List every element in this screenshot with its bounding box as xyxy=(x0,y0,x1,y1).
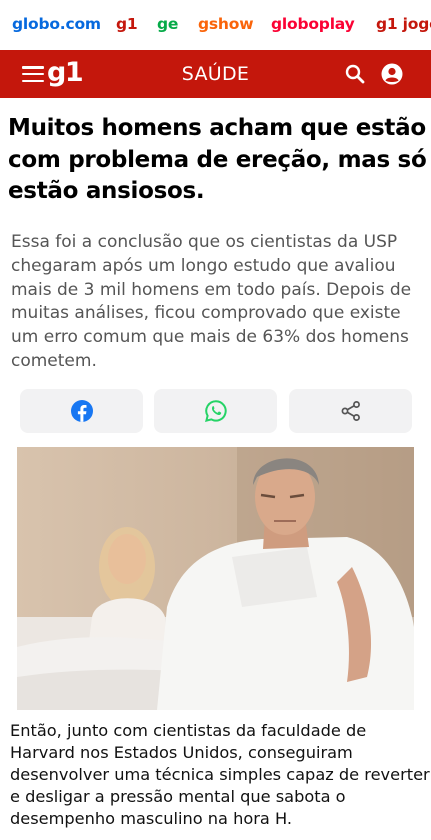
portal-nav-bar: globo.com g1 ge gshow globoplay g1 jogos xyxy=(0,0,431,50)
portal-link-globoplay[interactable]: globoplay xyxy=(271,15,355,33)
article-body: Então, junto com cientistas da faculdade… xyxy=(10,721,430,828)
article-lead: Essa foi a conclusão que os cientistas d… xyxy=(11,232,412,371)
share-generic-button[interactable] xyxy=(289,389,412,433)
facebook-icon xyxy=(70,400,93,422)
user-account-icon[interactable] xyxy=(380,62,404,86)
portal-link-ge[interactable]: ge xyxy=(157,15,178,33)
portal-link-gshow[interactable]: gshow xyxy=(198,15,254,33)
man-sitting-on-bed-woman-in-background-photo xyxy=(17,447,414,710)
whatsapp-icon xyxy=(204,400,227,422)
portal-link-globo[interactable]: globo.com xyxy=(12,15,101,33)
portal-link-g1-jogos[interactable]: g1 jogos xyxy=(376,15,431,33)
search-icon[interactable] xyxy=(344,63,366,85)
share-icon xyxy=(341,401,360,421)
section-title: SAÚDE xyxy=(181,63,250,85)
site-header: g1 SAÚDE xyxy=(0,50,431,98)
portal-link-g1[interactable]: g1 xyxy=(116,15,138,33)
share-facebook-button[interactable] xyxy=(20,389,143,433)
article-headline: Muitos homens acham que estão com proble… xyxy=(8,115,427,204)
share-whatsapp-button[interactable] xyxy=(154,389,277,433)
